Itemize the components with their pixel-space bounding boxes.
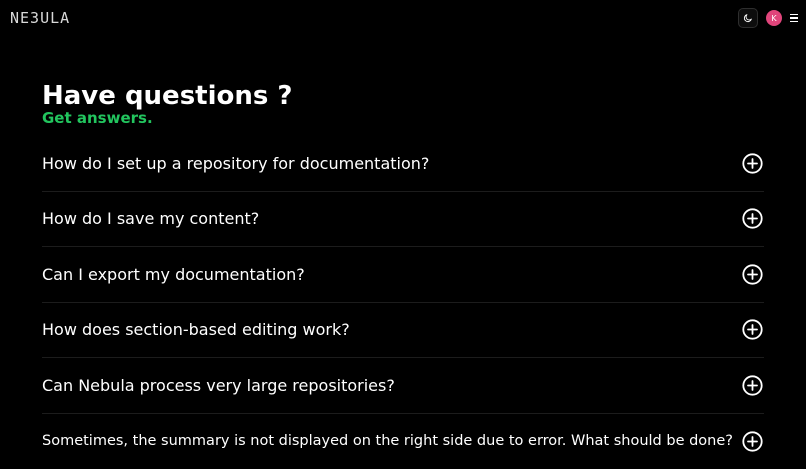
faq-question: Sometimes, the summary is not displayed … (42, 433, 733, 449)
faq-title: Have questions ? (42, 80, 764, 112)
user-avatar[interactable]: K (766, 10, 782, 26)
top-navbar: NE3ULA K (0, 0, 806, 36)
faq-item[interactable]: How do I set up a repository for documen… (42, 136, 764, 192)
faq-item[interactable]: Can Nebula process very large repositori… (42, 358, 764, 414)
faq-item[interactable]: How do I save my content? (42, 192, 764, 248)
faq-question: How does section-based editing work? (42, 320, 350, 339)
theme-toggle-button[interactable] (738, 8, 758, 28)
faq-question: How do I set up a repository for documen… (42, 154, 429, 173)
faq-question: Can Nebula process very large repositori… (42, 376, 395, 395)
faq-subtitle: Get answers. (42, 109, 764, 127)
moon-icon (743, 13, 753, 23)
plus-circle-icon[interactable] (742, 375, 763, 396)
plus-circle-icon[interactable] (742, 264, 763, 285)
faq-list: How do I set up a repository for documen… (42, 136, 764, 469)
faq-item[interactable]: Can I export my documentation? (42, 247, 764, 303)
plus-circle-icon[interactable] (742, 153, 763, 174)
faq-question: How do I save my content? (42, 209, 259, 228)
plus-circle-icon[interactable] (742, 431, 763, 452)
plus-circle-icon[interactable] (742, 208, 763, 229)
hamburger-menu-icon[interactable] (788, 11, 800, 25)
faq-section: Have questions ? Get answers. How do I s… (42, 80, 764, 469)
nebula-logo[interactable]: NE3ULA (10, 9, 70, 27)
faq-item[interactable]: How does section-based editing work? (42, 303, 764, 359)
faq-question: Can I export my documentation? (42, 265, 305, 284)
plus-circle-icon[interactable] (742, 319, 763, 340)
faq-item[interactable]: Sometimes, the summary is not displayed … (42, 414, 764, 469)
avatar-initial: K (771, 14, 776, 23)
